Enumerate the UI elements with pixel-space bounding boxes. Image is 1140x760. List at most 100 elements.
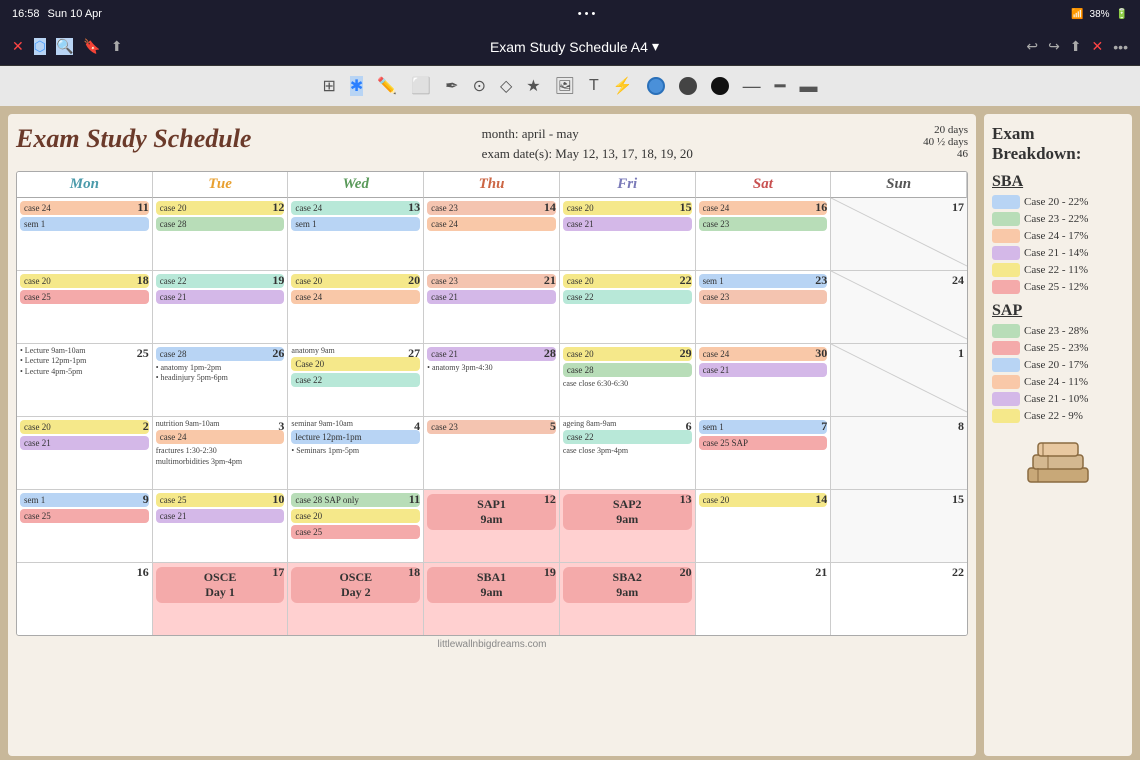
- bluetooth-icon[interactable]: ✱: [350, 76, 363, 96]
- cal-row-2: case 20 case 25 18 case 22 case 21 19 ca…: [17, 271, 967, 344]
- cell-apr22: case 20 case 22 22: [560, 271, 696, 343]
- dropdown-icon[interactable]: ▾: [652, 38, 659, 55]
- header-mon: Mon: [17, 172, 153, 198]
- share-icon[interactable]: ⬆: [111, 38, 123, 55]
- status-dots: • • •: [578, 8, 596, 20]
- cell-apr19: case 22 case 21 19: [153, 271, 289, 343]
- event-case25: case 25: [20, 290, 149, 304]
- cell-may13: SAP29am 13: [560, 490, 696, 562]
- bd-case22: Case 22 - 11%: [992, 263, 1124, 277]
- drawing-toolbar: ⊞ ✱ ✏️ ⬜ ✒ ⊙ ◇ ★ 🖼 T ⚡ — ━ ▬: [0, 66, 1140, 106]
- bd-color-case21: [992, 246, 1020, 260]
- schedule-header: Exam Study Schedule month: april - may e…: [16, 124, 968, 163]
- bd-sap-case23: Case 23 - 28%: [992, 324, 1124, 338]
- bookmark-icon[interactable]: 🔖: [83, 38, 100, 55]
- sap-list: Case 23 - 28% Case 25 - 23% Case 20 - 17…: [992, 324, 1124, 423]
- event-case21d: case 21: [427, 347, 556, 361]
- redo-icon[interactable]: ↪: [1048, 38, 1060, 55]
- pen-icon[interactable]: ✏️: [377, 76, 397, 96]
- event-case21c: case 21: [427, 290, 556, 304]
- cell-apr17: 17: [831, 198, 967, 270]
- ageing-text: ageing 8am-9am: [563, 419, 692, 429]
- cell-may6: ageing 8am-9am case 22 case close 3pm-4p…: [560, 417, 696, 489]
- seminar-text: seminar 9am-10am: [291, 419, 420, 429]
- toolbar-close-icon[interactable]: ✕: [1092, 38, 1104, 55]
- event-case22d: case 22: [563, 430, 692, 444]
- event-sem1c: sem 1: [699, 274, 828, 288]
- event-case23e: case 23: [427, 420, 556, 434]
- cell-apr29: case 20 case 28 case close 6:30-6:30 29: [560, 344, 696, 416]
- case-close-text: case close 6:30-6:30: [563, 379, 692, 389]
- app-icon[interactable]: ⬡: [34, 38, 46, 55]
- wifi-icon: 📶: [1071, 9, 1083, 20]
- color-dark[interactable]: [679, 77, 697, 95]
- event-case20g: case 20: [563, 347, 692, 361]
- cell-may22: 22: [831, 563, 967, 635]
- shape-icon[interactable]: ◇: [500, 76, 512, 96]
- color-black[interactable]: [711, 77, 729, 95]
- color-blue[interactable]: [647, 77, 665, 95]
- image-icon[interactable]: 🖼: [555, 76, 575, 96]
- line-thick[interactable]: ▬: [799, 76, 817, 97]
- lasso-icon[interactable]: ⊙: [473, 76, 486, 96]
- close-icon[interactable]: ✕: [12, 38, 24, 55]
- bd-case21: Case 21 - 14%: [992, 246, 1124, 260]
- event-case23d: case 23: [699, 290, 828, 304]
- event-case20h: case 20: [20, 420, 149, 434]
- text-icon[interactable]: T: [589, 77, 599, 95]
- battery-icon: 🔋: [1116, 9, 1128, 20]
- cell-may15: 15: [831, 490, 967, 562]
- toolbar-title: Exam Study Schedule A4 ▾: [490, 38, 659, 55]
- cell-may7: sem 1 case 25 SAP 7: [696, 417, 832, 489]
- event-case28: case 28: [156, 217, 285, 231]
- cell-apr13: case 24 sem 1 13: [288, 198, 424, 270]
- header-tue: Tue: [153, 172, 289, 198]
- event-case24c: case 24: [427, 217, 556, 231]
- eraser-icon[interactable]: ⬜: [411, 76, 431, 96]
- star-icon[interactable]: ★: [526, 76, 540, 96]
- cell-may16: 16: [17, 563, 153, 635]
- cell-may1: 1: [831, 344, 967, 416]
- cell-may12: SAP19am 12: [424, 490, 560, 562]
- exam-sba2: SBA29am: [563, 567, 692, 603]
- cell-apr14: case 23 case 24 14: [424, 198, 560, 270]
- exam-osce1: OSCEDay 1: [156, 567, 285, 603]
- bd-sap-case20: Case 20 - 17%: [992, 358, 1124, 372]
- bd-case24: Case 24 - 17%: [992, 229, 1124, 243]
- cell-may20: SBA29am 20: [560, 563, 696, 635]
- cell-may4: seminar 9am-10am lecture 12pm-1pm • Semi…: [288, 417, 424, 489]
- anatomy-morning: anatomy 9am: [291, 346, 420, 356]
- half-days: 40 ½ days: [923, 136, 968, 148]
- search-icon[interactable]: 🔍: [56, 38, 73, 55]
- pencil-icon[interactable]: ✒: [445, 76, 458, 96]
- grid-icon[interactable]: ⊞: [323, 76, 336, 96]
- nutrition-text: nutrition 9am-10am: [156, 419, 285, 429]
- cal-row-1: case 24 sem 1 11 case 20 case 28 12 case…: [17, 198, 967, 271]
- cell-apr21: case 23 case 21 21: [424, 271, 560, 343]
- status-left: 16:58 Sun 10 Apr: [12, 8, 102, 20]
- bd-color-sap-case23: [992, 324, 1020, 338]
- seminar2-text: • Seminars 1pm-5pm: [291, 446, 420, 456]
- wand-icon[interactable]: ⚡: [613, 76, 633, 96]
- event-case28d: case 28 SAP only: [291, 493, 420, 507]
- header-sat: Sat: [696, 172, 832, 198]
- case-close2: case close 3pm-4pm: [563, 446, 692, 456]
- export-icon[interactable]: ⬆: [1070, 38, 1082, 55]
- full-days: 20 days: [923, 124, 968, 136]
- line-medium[interactable]: ━: [775, 76, 786, 97]
- cell-may5: case 23 5: [424, 417, 560, 489]
- event-case20b: case 20: [563, 201, 692, 215]
- undo-icon[interactable]: ↩: [1026, 38, 1038, 55]
- schedule-title: Exam Study Schedule: [16, 124, 251, 154]
- section-sap: SAP: [992, 302, 1124, 320]
- bd-color-sap-case22: [992, 409, 1020, 423]
- header-wed: Wed: [288, 172, 424, 198]
- event-case22: case 22: [156, 274, 285, 288]
- more-icon[interactable]: •••: [1113, 39, 1128, 55]
- exam-dates: exam date(s): May 12, 13, 17, 18, 19, 20: [482, 144, 693, 164]
- bd-color-sap-case21: [992, 392, 1020, 406]
- sidebar: Exam Breakdown: SBA Case 20 - 22% Case 2…: [984, 114, 1132, 756]
- bd-color-sap-case24: [992, 375, 1020, 389]
- event-case21e: case 21: [699, 363, 828, 377]
- line-thin[interactable]: —: [743, 76, 761, 97]
